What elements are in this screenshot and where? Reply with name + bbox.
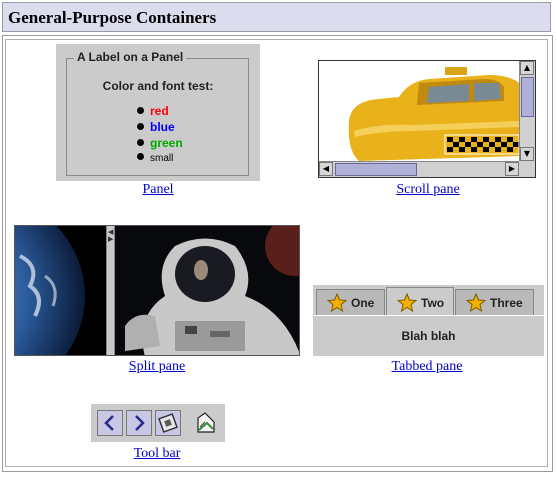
- panel-subtitle: Color and font test:: [102, 79, 214, 93]
- panel-border-title: A Label on a Panel: [74, 50, 187, 64]
- color-label: green: [150, 136, 183, 150]
- tab-label: Three: [490, 296, 523, 310]
- astronaut-image: [115, 226, 299, 355]
- split-pane-link[interactable]: Split pane: [123, 359, 191, 375]
- bullet-icon: [137, 139, 144, 146]
- color-item-green: green: [137, 136, 183, 150]
- tab-content-text: Blah blah: [401, 329, 456, 343]
- color-label: red: [150, 104, 169, 118]
- scroll-right-icon[interactable]: ▶: [505, 162, 519, 176]
- star-icon: [397, 293, 417, 313]
- split-pane-demo: ◀ ▶: [14, 225, 300, 356]
- earth-image: [15, 226, 106, 355]
- horizontal-scroll-thumb[interactable]: [335, 163, 417, 176]
- screen-icon: [158, 413, 178, 433]
- toolbar-demo: [91, 404, 225, 442]
- tab-one[interactable]: One: [316, 289, 385, 315]
- scroll-corner: [519, 161, 535, 177]
- star-icon: [466, 293, 486, 313]
- back-button[interactable]: [97, 410, 123, 436]
- title-bar: General-Purpose Containers: [2, 2, 551, 32]
- scroll-pane-link[interactable]: Scroll pane: [390, 182, 466, 198]
- vertical-scrollbar[interactable]: ▲ ▼: [519, 61, 535, 161]
- scroll-down-icon[interactable]: ▼: [520, 147, 534, 161]
- bullet-icon: [137, 123, 144, 130]
- tabbed-pane-link[interactable]: Tabbed pane: [386, 359, 468, 375]
- scroll-up-icon[interactable]: ▲: [520, 61, 534, 75]
- bullet-icon: [137, 153, 144, 160]
- bullet-icon: [137, 107, 144, 114]
- back-arrow-icon: [104, 415, 114, 431]
- scroll-left-icon[interactable]: ◀: [319, 162, 333, 176]
- vertical-scroll-thumb[interactable]: [521, 77, 534, 117]
- yellow-taxi-image: [319, 61, 519, 161]
- tab-label: One: [351, 296, 375, 310]
- page-title: General-Purpose Containers: [8, 8, 217, 27]
- toolbar-link[interactable]: Tool bar: [125, 446, 189, 462]
- tabbed-pane-demo: One Two Three Blah blah: [313, 285, 544, 356]
- horizontal-scrollbar[interactable]: ◀ ▶: [319, 161, 519, 177]
- divider-arrows-icon[interactable]: ◀ ▶: [108, 229, 113, 243]
- scroll-pane-demo[interactable]: ▲ ▼ ◀ ▶: [318, 60, 536, 178]
- color-item-small: small: [137, 153, 173, 164]
- document-icon: [197, 412, 215, 433]
- color-item-red: red: [137, 104, 169, 118]
- panel-demo: A Label on a Panel Color and font test: …: [56, 44, 260, 181]
- screen-button[interactable]: [155, 410, 181, 436]
- color-label: blue: [150, 120, 175, 134]
- color-item-blue: blue: [137, 120, 175, 134]
- star-icon: [327, 293, 347, 313]
- forward-arrow-icon: [135, 415, 145, 431]
- panel-link[interactable]: Panel: [131, 182, 185, 198]
- split-divider[interactable]: ◀ ▶: [106, 226, 115, 355]
- color-label: small: [150, 153, 174, 164]
- forward-button[interactable]: [126, 410, 152, 436]
- document-button[interactable]: [193, 410, 219, 436]
- tab-two[interactable]: Two: [386, 287, 454, 315]
- tab-three[interactable]: Three: [455, 289, 534, 315]
- tab-content: Blah blah: [313, 315, 544, 357]
- tab-label: Two: [421, 296, 445, 310]
